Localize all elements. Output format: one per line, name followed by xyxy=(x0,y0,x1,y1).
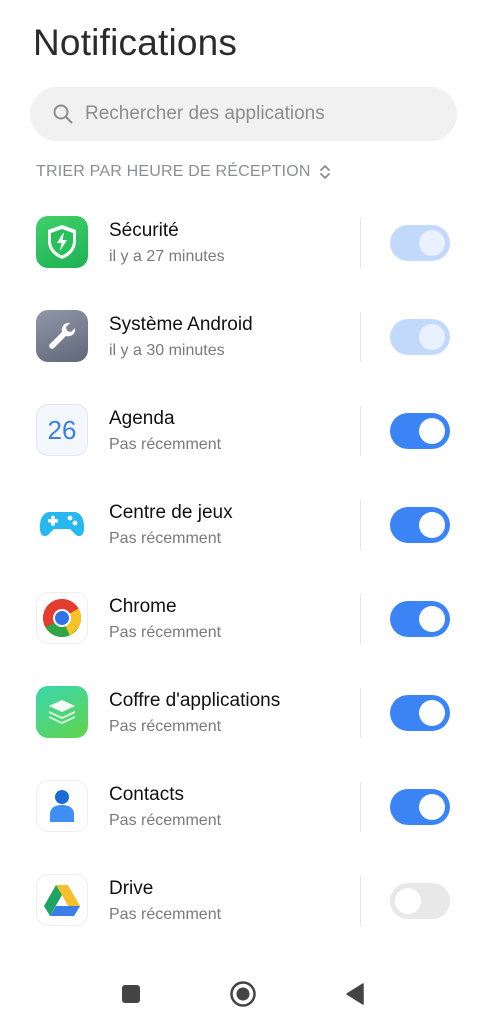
contacts-icon xyxy=(36,780,88,832)
app-name: Contacts xyxy=(109,784,184,805)
app-last-notification: Pas récemment xyxy=(109,812,222,829)
list-item[interactable]: 26 Agenda Pas récemment xyxy=(0,384,486,478)
system-nav-bar xyxy=(0,962,486,1024)
gamepad-icon xyxy=(36,498,88,550)
toggle-knob xyxy=(419,230,445,256)
security-shield-icon xyxy=(36,216,88,268)
divider xyxy=(360,876,361,926)
app-vault-icon xyxy=(36,686,88,738)
divider xyxy=(360,594,361,644)
app-name: Sécurité xyxy=(109,220,179,241)
app-name: Centre de jeux xyxy=(109,502,233,523)
calendar-icon-text: 26 xyxy=(47,414,77,445)
page-title: Notifications xyxy=(33,22,238,63)
divider xyxy=(360,688,361,738)
toggle-knob xyxy=(419,324,445,350)
app-name: Drive xyxy=(109,878,154,899)
drive-icon xyxy=(36,874,88,926)
calendar-icon: 26 xyxy=(36,404,88,456)
home-circle-icon xyxy=(230,981,256,1007)
divider xyxy=(360,500,361,550)
back-button[interactable] xyxy=(340,979,370,1009)
app-name: Coffre d'applications xyxy=(109,690,281,711)
sort-label: TRIER PAR HEURE DE RÉCEPTION xyxy=(36,163,311,180)
toggle-knob xyxy=(419,418,445,444)
notification-toggle[interactable] xyxy=(390,883,450,919)
wrench-settings-icon xyxy=(36,310,88,362)
sort-chevron-icon xyxy=(319,165,330,179)
list-item[interactable]: Sécurité il y a 27 minutes xyxy=(0,196,486,290)
app-last-notification: il y a 30 minutes xyxy=(109,342,225,359)
app-last-notification: il y a 27 minutes xyxy=(109,248,225,265)
sort-selector[interactable]: TRIER PAR HEURE DE RÉCEPTION xyxy=(36,163,331,181)
divider xyxy=(360,406,361,456)
divider xyxy=(360,218,361,268)
notification-toggle[interactable] xyxy=(390,789,450,825)
list-item[interactable]: Drive Pas récemment xyxy=(0,854,486,948)
toggle-knob xyxy=(419,606,445,632)
app-name: Agenda xyxy=(109,408,175,429)
list-item[interactable]: Coffre d'applications Pas récemment xyxy=(0,666,486,760)
search-placeholder: Rechercher des applications xyxy=(85,103,325,124)
list-item[interactable]: Contacts Pas récemment xyxy=(0,760,486,854)
divider xyxy=(360,312,361,362)
notifications-screen: Notifications Rechercher des application… xyxy=(0,0,486,1024)
app-list: Sécurité il y a 27 minutes Système Andro… xyxy=(0,196,486,948)
home-button[interactable] xyxy=(228,979,258,1009)
toggle-knob xyxy=(395,888,421,914)
app-last-notification: Pas récemment xyxy=(109,436,222,453)
notification-toggle[interactable] xyxy=(390,413,450,449)
toggle-knob xyxy=(419,512,445,538)
app-name: Chrome xyxy=(109,596,177,617)
back-triangle-icon xyxy=(346,983,364,1005)
notification-toggle[interactable] xyxy=(390,507,450,543)
notification-toggle[interactable] xyxy=(390,601,450,637)
search-icon xyxy=(53,104,73,124)
app-name: Système Android xyxy=(109,314,253,335)
recents-square-icon xyxy=(122,985,140,1003)
recents-button[interactable] xyxy=(116,979,146,1009)
list-item[interactable]: Système Android il y a 30 minutes xyxy=(0,290,486,384)
notification-toggle[interactable] xyxy=(390,319,450,355)
toggle-knob xyxy=(419,700,445,726)
notification-toggle[interactable] xyxy=(390,695,450,731)
search-bar[interactable]: Rechercher des applications xyxy=(30,87,457,141)
chrome-icon xyxy=(36,592,88,644)
notification-toggle[interactable] xyxy=(390,225,450,261)
app-last-notification: Pas récemment xyxy=(109,530,222,547)
app-last-notification: Pas récemment xyxy=(109,718,222,735)
divider xyxy=(360,782,361,832)
list-item[interactable]: Centre de jeux Pas récemment xyxy=(0,478,486,572)
toggle-knob xyxy=(419,794,445,820)
app-last-notification: Pas récemment xyxy=(109,906,222,923)
list-item[interactable]: Chrome Pas récemment xyxy=(0,572,486,666)
app-last-notification: Pas récemment xyxy=(109,624,222,641)
